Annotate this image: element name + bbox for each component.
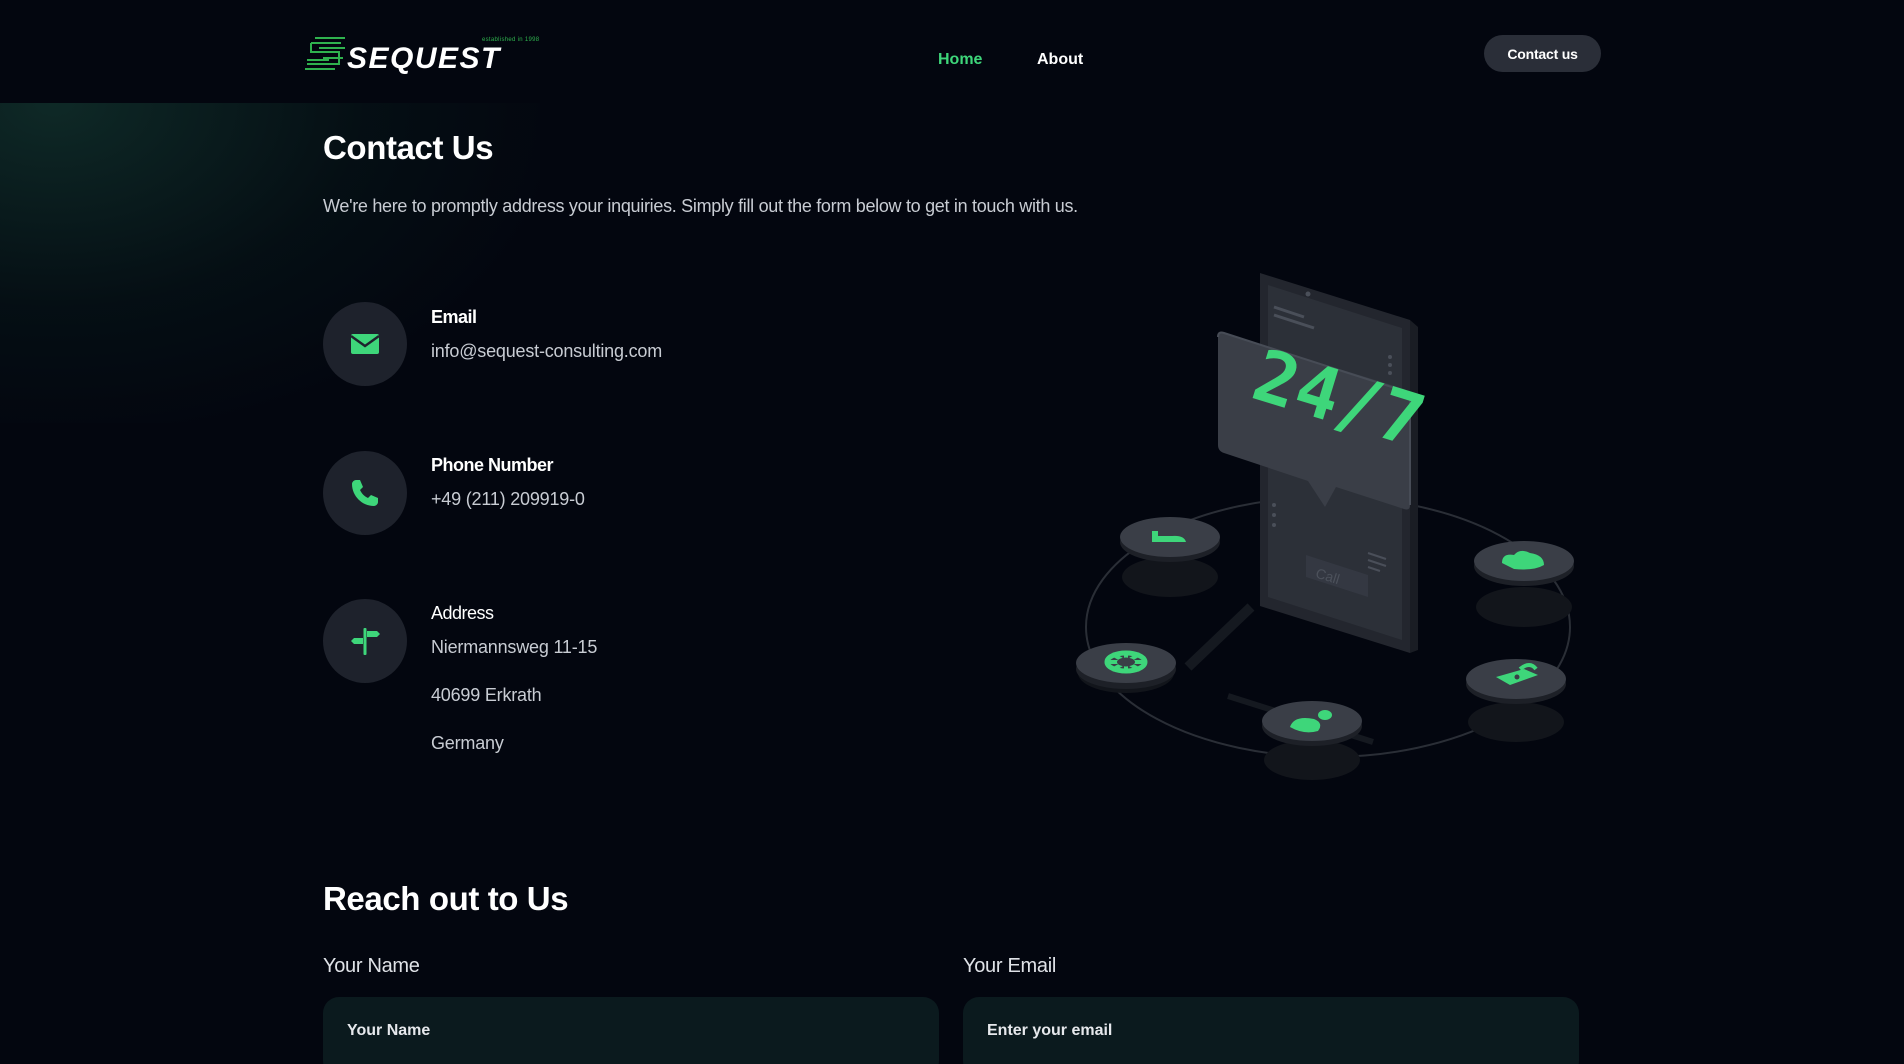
name-input[interactable] xyxy=(323,997,939,1064)
logo-tagline: established in 1998 xyxy=(482,37,540,43)
orbit-disc-shoe xyxy=(1120,517,1220,597)
logo-text: SEQUEST xyxy=(347,42,502,74)
contact-us-button[interactable]: Contact us xyxy=(1484,35,1601,72)
email-icon-circle xyxy=(323,302,407,386)
site-header: SEQUEST established in 1998 Home About C… xyxy=(0,0,1904,103)
phone-icon xyxy=(352,480,378,506)
nav-home-link[interactable]: Home xyxy=(938,51,982,69)
phone-label: Phone Number xyxy=(431,455,554,475)
phone-icon-circle xyxy=(323,451,407,535)
phone-value[interactable]: +49 (211) 209919-0 xyxy=(431,489,585,510)
envelope-icon xyxy=(350,334,380,354)
address-line-street: Niermannsweg 11-15 xyxy=(431,637,598,657)
nav-about-link[interactable]: About xyxy=(1037,51,1083,69)
address-label: Address xyxy=(431,603,494,623)
page-title: Contact Us xyxy=(323,129,494,166)
email-label: Email xyxy=(431,307,477,327)
email-value[interactable]: info@sequest-consulting.com xyxy=(431,341,662,362)
orbit-disc-cloud xyxy=(1474,541,1574,627)
orbit-disc-gear xyxy=(1076,643,1176,693)
email-input[interactable] xyxy=(963,997,1579,1064)
support-24-7-illustration: Call 24/7 xyxy=(1076,273,1574,780)
contact-page: SEQUEST established in 1998 Home About C… xyxy=(0,0,1904,1064)
form-title: Reach out to Us xyxy=(323,880,569,917)
address-line-city: 40699 Erkrath xyxy=(431,685,542,705)
email-field-label: Your Email xyxy=(963,955,1056,977)
name-field-label: Your Name xyxy=(323,955,420,977)
address-line-country: Germany xyxy=(431,733,504,753)
orbit-disc-user xyxy=(1262,701,1362,780)
signpost-icon xyxy=(351,628,380,655)
page-subtitle: We're here to promptly address your inqu… xyxy=(323,196,1078,216)
orbit-disc-lock xyxy=(1466,659,1566,742)
address-icon-circle xyxy=(323,599,407,683)
